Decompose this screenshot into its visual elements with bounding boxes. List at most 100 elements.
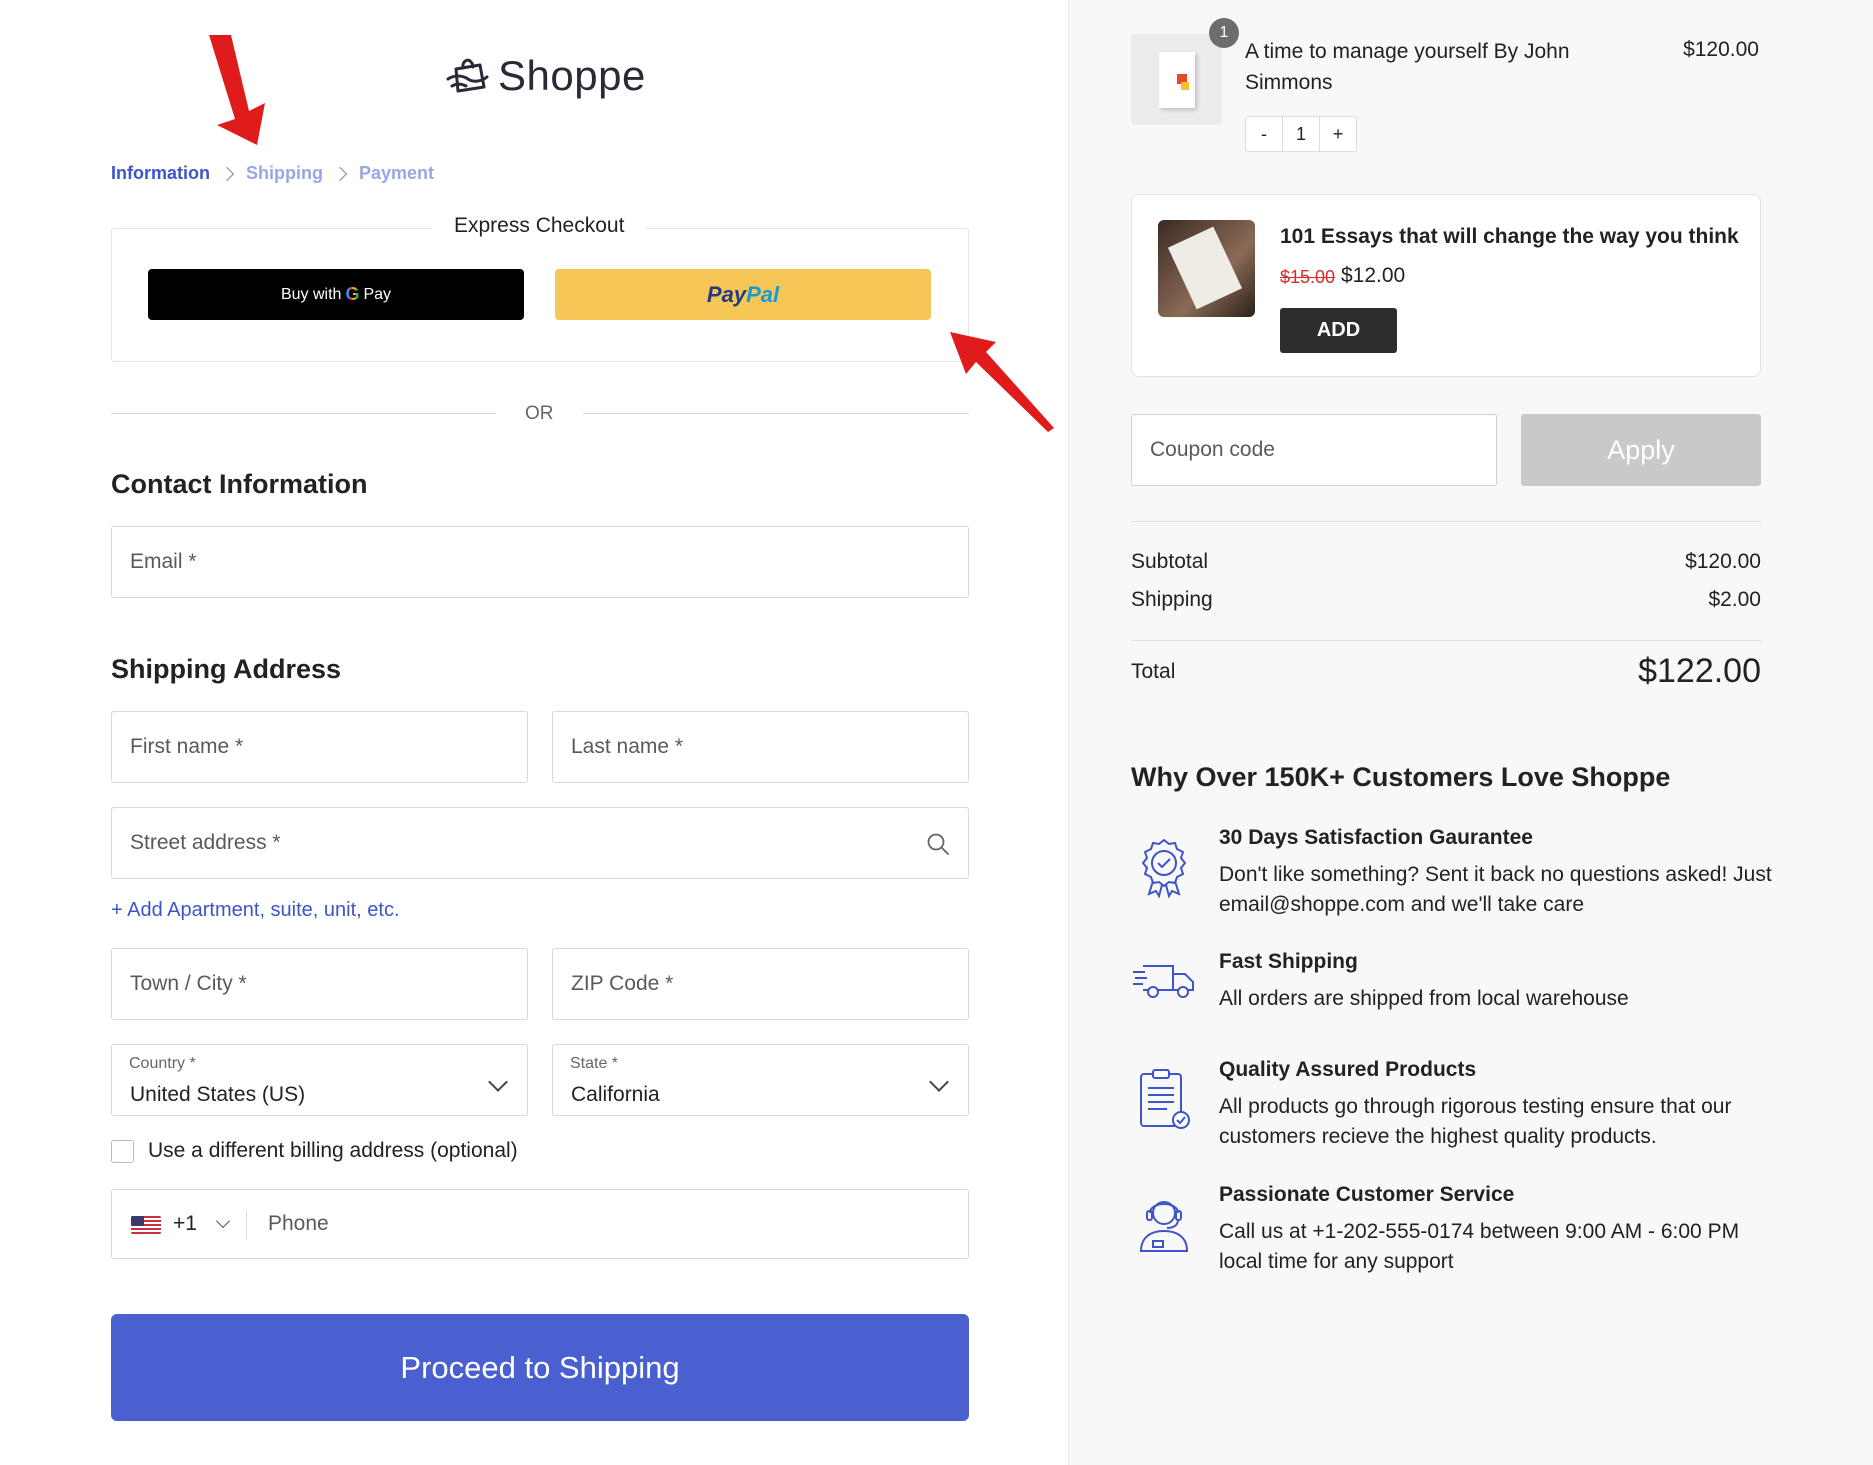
express-checkout-title: Express Checkout [432, 214, 647, 238]
us-flag-icon[interactable] [131, 1216, 161, 1234]
subtotal-row: Subtotal $120.00 [1131, 550, 1761, 574]
chevron-down-icon [929, 1072, 949, 1092]
upsell-card: 101 Essays that will change the way you … [1131, 194, 1761, 377]
state-value: California [571, 1083, 660, 1106]
annotation-arrow-icon [950, 332, 1054, 432]
book-cover-icon [1158, 51, 1195, 108]
phone-field[interactable]: +1 [111, 1189, 969, 1259]
quantity-value[interactable]: 1 [1282, 117, 1320, 151]
coupon-input[interactable] [1132, 415, 1496, 485]
upsell-title: 101 Essays that will change the way you … [1280, 225, 1739, 248]
chevron-right-icon [219, 166, 235, 181]
country-value: United States (US) [130, 1083, 306, 1106]
feature-description: All products go through rigorous testing… [1219, 1095, 1732, 1148]
add-apartment-link[interactable]: + Add Apartment, suite, unit, etc. [111, 899, 400, 922]
breadcrumb-payment[interactable]: Payment [359, 163, 434, 184]
or-divider-right [583, 413, 969, 414]
google-pay-suffix: Pay [363, 285, 392, 303]
shipping-value: $2.00 [1708, 588, 1761, 611]
feature-description: All orders are shipped from local wareho… [1219, 987, 1629, 1010]
checkout-form-panel: Shoppe Information Shipping Payment Expr… [0, 0, 1068, 1465]
feature-title: Quality Assured Products [1219, 1058, 1477, 1081]
street-address-field[interactable] [111, 807, 969, 879]
badge-check-icon [1141, 838, 1187, 899]
summary-divider [1131, 521, 1761, 522]
state-label: State * [570, 1055, 619, 1072]
chevron-right-icon [332, 166, 348, 181]
first-name-field[interactable] [111, 711, 528, 783]
country-select[interactable]: Country * United States (US) [111, 1044, 528, 1116]
order-summary-panel: 1 A time to manage yourself By John Simm… [1068, 0, 1873, 1465]
upsell-add-button[interactable]: ADD [1280, 308, 1397, 353]
first-name-input[interactable] [112, 712, 527, 782]
or-divider-left [111, 413, 496, 414]
chevron-down-icon[interactable] [215, 1213, 231, 1229]
breadcrumb-shipping[interactable]: Shipping [246, 163, 323, 184]
zip-code-field[interactable] [552, 948, 969, 1020]
search-icon[interactable] [926, 832, 950, 856]
email-input[interactable] [112, 527, 968, 597]
cart-item-price: $120.00 [1683, 38, 1759, 61]
apply-coupon-button[interactable]: Apply [1521, 414, 1761, 486]
feature-title: Passionate Customer Service [1219, 1183, 1515, 1206]
city-field[interactable] [111, 948, 528, 1020]
country-label: Country * [129, 1055, 196, 1072]
zip-code-input[interactable] [553, 949, 968, 1019]
total-label: Total [1131, 659, 1176, 683]
google-pay-button[interactable]: Buy with G Pay [148, 269, 524, 320]
proceed-to-shipping-button[interactable]: Proceed to Shipping [111, 1314, 969, 1421]
quantity-stepper: - 1 + [1245, 116, 1357, 152]
brand-name: Shoppe [498, 52, 646, 99]
feature-title: 30 Days Satisfaction Gaurantee [1219, 826, 1533, 849]
last-name-input[interactable] [553, 712, 968, 782]
feature-description: Don't like something? Sent it back no qu… [1219, 863, 1772, 916]
chevron-down-icon [488, 1072, 508, 1092]
last-name-field[interactable] [552, 711, 969, 783]
state-select[interactable]: State * California [552, 1044, 969, 1116]
breadcrumb: Information Shipping Payment [111, 163, 434, 184]
upsell-new-price: $12.00 [1341, 264, 1406, 287]
coupon-field[interactable] [1131, 414, 1497, 486]
billing-address-option[interactable]: Use a different billing address (optiona… [111, 1139, 518, 1163]
upsell-old-price: $15.00 [1280, 267, 1336, 287]
street-address-input[interactable] [112, 808, 968, 878]
total-divider [1131, 640, 1761, 641]
cart-item-title: A time to manage yourself By John Simmon… [1245, 40, 1570, 94]
quantity-increase-button[interactable]: + [1320, 117, 1356, 151]
billing-address-checkbox[interactable] [111, 1139, 134, 1163]
shipping-label: Shipping [1131, 588, 1213, 611]
paypal-logo-pay: Pay [706, 281, 747, 307]
contact-information-title: Contact Information [111, 469, 368, 499]
billing-address-label: Use a different billing address (optiona… [148, 1139, 518, 1162]
why-customers-title: Why Over 150K+ Customers Love Shoppe [1131, 762, 1671, 792]
clipboard-check-icon [1140, 1069, 1190, 1129]
feature-description: Call us at +1-202-555-0174 between 9:00 … [1219, 1220, 1740, 1273]
delivery-truck-icon [1133, 965, 1194, 998]
phone-divider [246, 1210, 247, 1240]
google-pay-label: Buy with [280, 285, 342, 303]
breadcrumb-information[interactable]: Information [111, 163, 210, 184]
feature-fast-shipping: Fast Shipping All orders are shipped fro… [1131, 950, 1761, 1030]
email-field[interactable] [111, 526, 969, 598]
shipping-row: Shipping $2.00 [1131, 588, 1761, 612]
feature-customer-service: Passionate Customer Service Call us at +… [1131, 1183, 1761, 1293]
shipping-address-title: Shipping Address [111, 654, 342, 684]
total-row: Total $122.00 [1131, 652, 1761, 691]
google-g-icon: G [345, 284, 360, 304]
dial-code[interactable]: +1 [173, 1212, 197, 1236]
phone-input[interactable] [262, 1190, 952, 1258]
paypal-logo-pal: Pal [746, 281, 780, 307]
feature-satisfaction: 30 Days Satisfaction Gaurantee Don't lik… [1131, 826, 1772, 936]
subtotal-label: Subtotal [1131, 550, 1209, 573]
cart-item-image [1131, 34, 1222, 125]
subtotal-value: $120.00 [1685, 550, 1761, 573]
city-input[interactable] [112, 949, 527, 1019]
support-agent-icon [1139, 1201, 1189, 1252]
shopping-bag-icon [446, 58, 489, 93]
total-value: $122.00 [1638, 652, 1761, 690]
brand-logo[interactable]: Shoppe [444, 52, 646, 100]
paypal-button[interactable]: Pay Pal [555, 269, 931, 320]
quantity-badge: 1 [1209, 18, 1239, 48]
or-divider-text: OR [525, 403, 554, 424]
quantity-decrease-button[interactable]: - [1246, 117, 1282, 151]
